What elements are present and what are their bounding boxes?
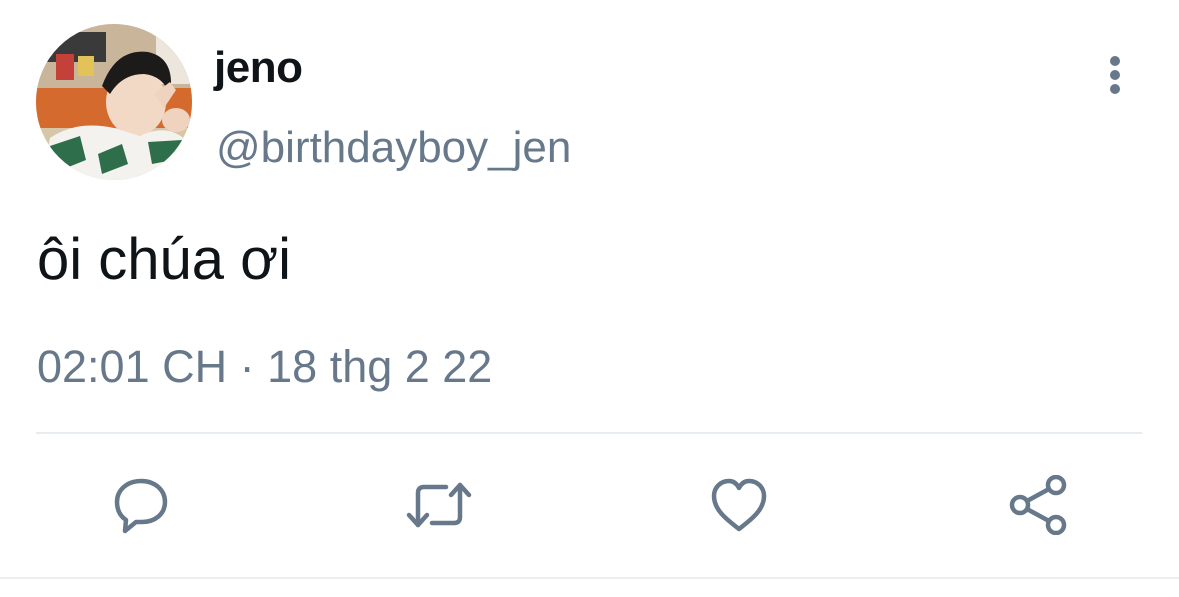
more-vertical-icon	[1110, 56, 1120, 94]
tweet-timestamp: 02:01 CH · 18 thg 2 22	[37, 336, 492, 398]
user-handle[interactable]: @birthdayboy_jen	[216, 118, 571, 178]
meta-separator: ·	[239, 341, 255, 392]
share-icon	[1009, 475, 1067, 535]
tweet-date[interactable]: 18 thg 2 22	[267, 341, 492, 392]
more-options-button[interactable]	[1096, 52, 1136, 98]
like-button[interactable]	[704, 470, 774, 540]
reply-icon	[114, 478, 168, 534]
divider	[36, 432, 1142, 434]
tweet-time[interactable]: 02:01 CH	[37, 341, 227, 392]
heart-icon	[711, 478, 767, 532]
avatar-photo	[36, 24, 192, 180]
avatar[interactable]	[36, 24, 192, 180]
retweet-icon	[406, 482, 472, 528]
retweet-button[interactable]	[404, 470, 474, 540]
share-button[interactable]	[1002, 470, 1072, 540]
tweet-text: ôi chúa ơi	[37, 227, 292, 292]
display-name[interactable]: jeno	[214, 38, 303, 98]
reply-button[interactable]	[106, 470, 176, 540]
tweet-card: jeno @birthdayboy_jen ôi chúa ơi 02:01 C…	[0, 0, 1179, 597]
bottom-divider	[0, 577, 1179, 579]
